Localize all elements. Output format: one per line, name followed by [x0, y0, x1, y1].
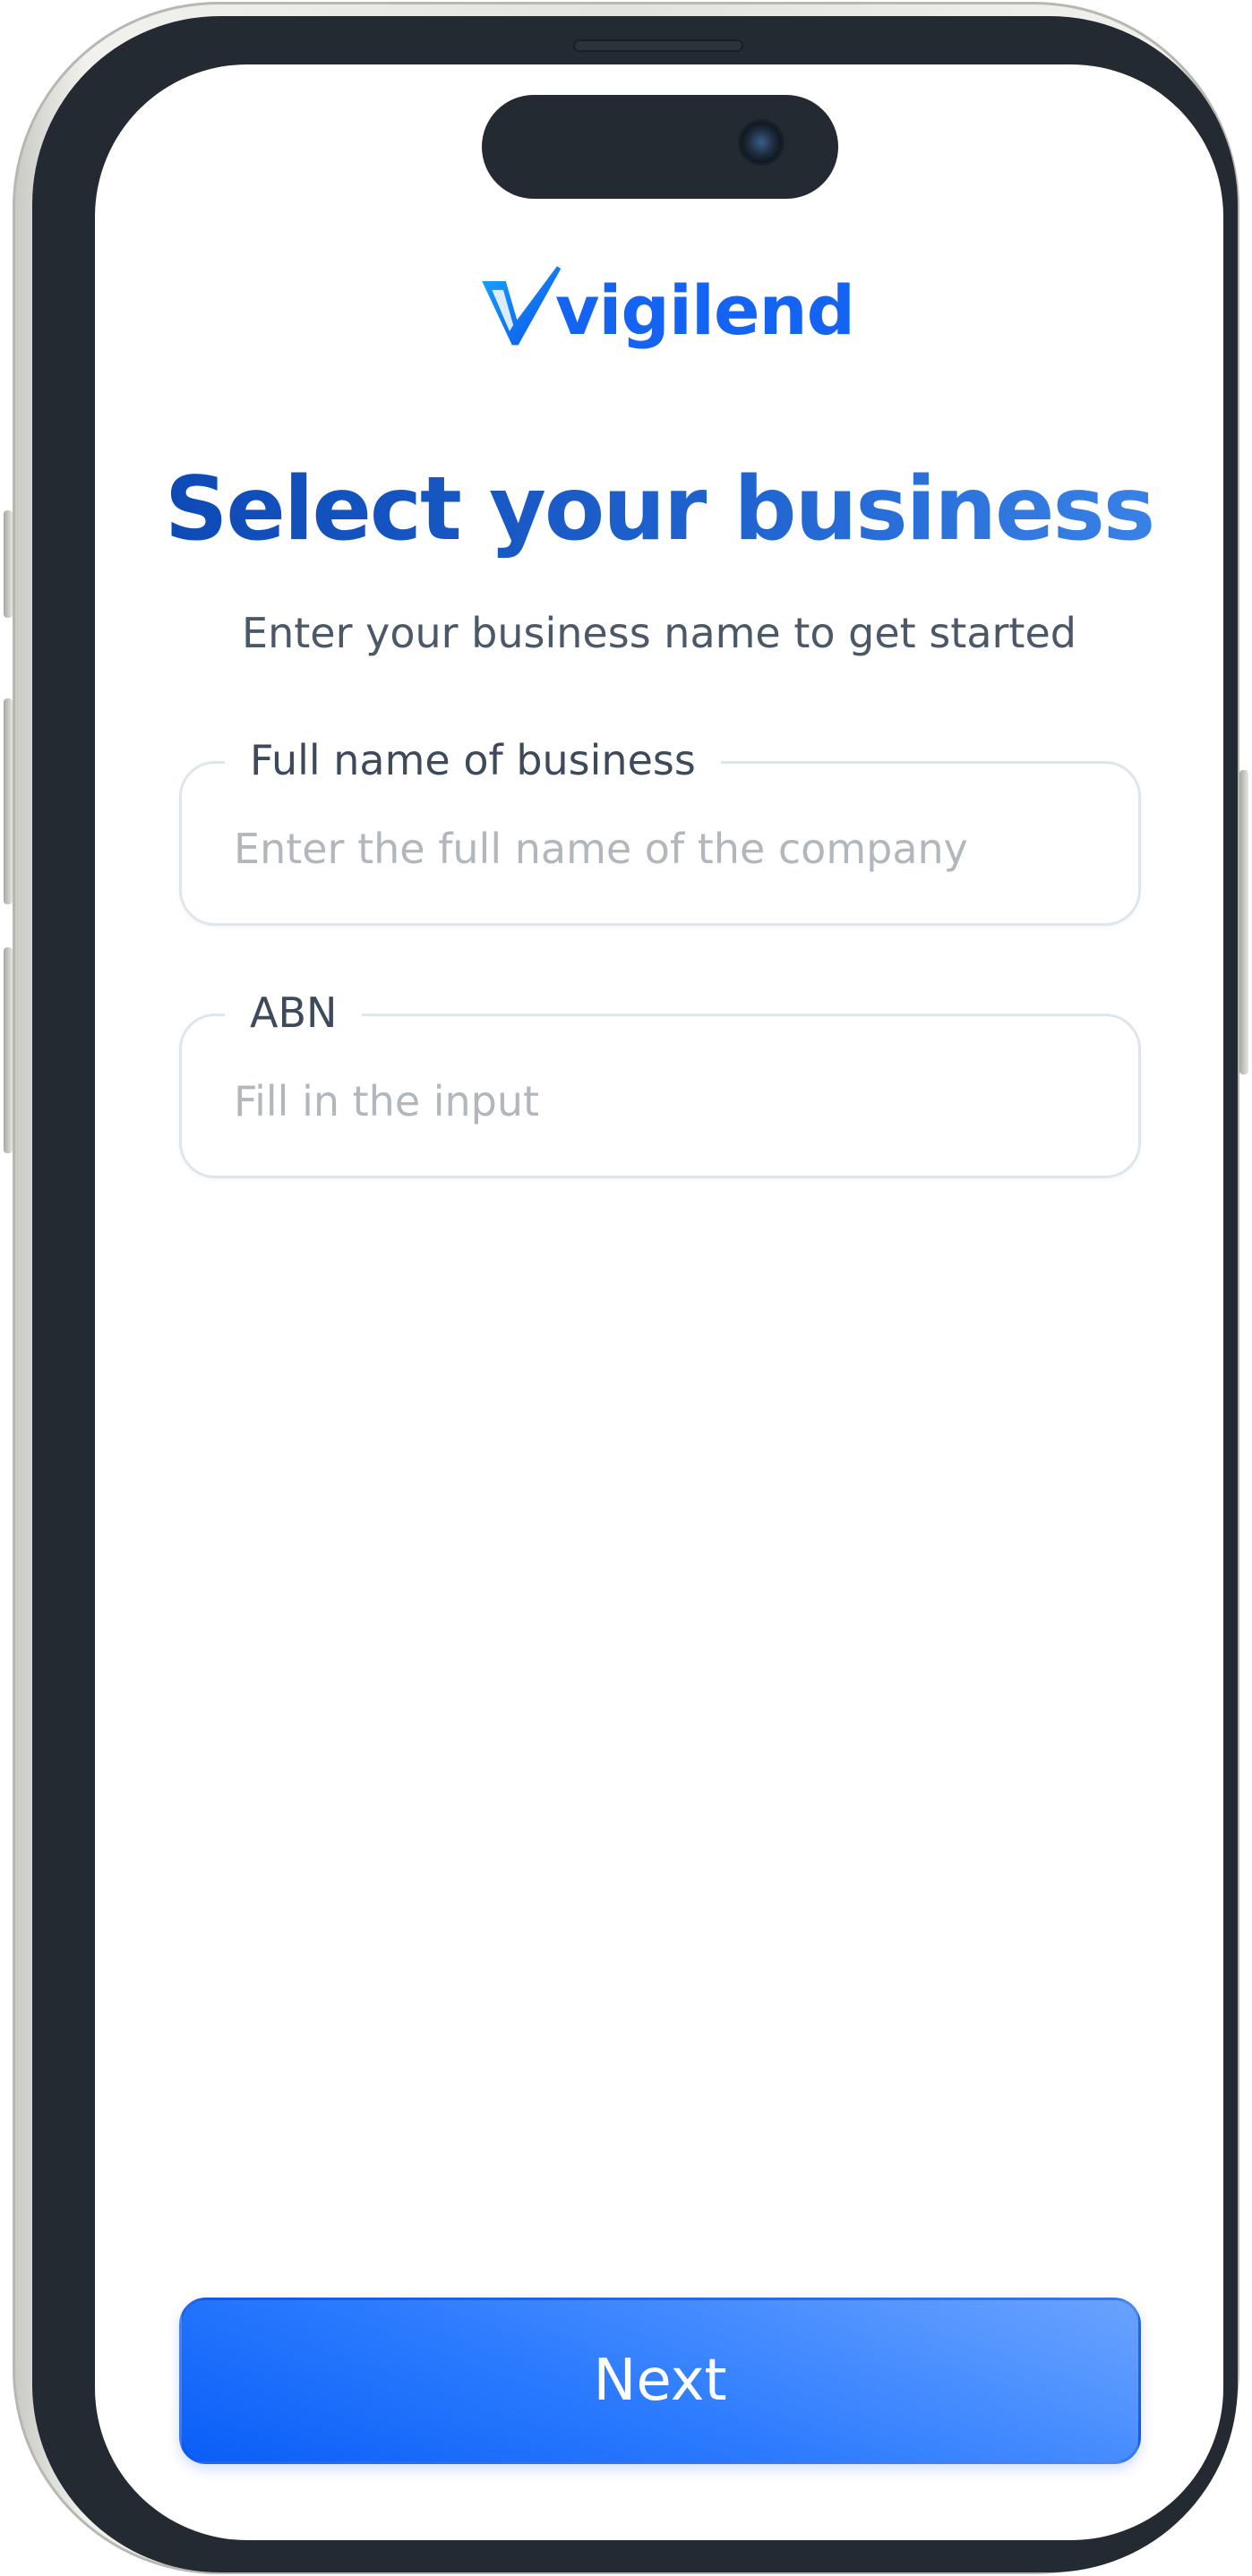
next-button[interactable]: Next: [179, 2298, 1141, 2464]
business-name-input[interactable]: [234, 817, 1093, 880]
page-title: Select your business: [95, 458, 1223, 561]
brand-name: vigilend: [554, 270, 855, 350]
abn-field[interactable]: ABN: [179, 986, 1141, 1178]
abn-input[interactable]: [234, 1070, 1093, 1133]
abn-label: ABN: [225, 986, 363, 1040]
v-checkmark-logo-icon: [482, 266, 562, 346]
business-name-label: Full name of business: [225, 733, 721, 787]
phone-screen: vigilend Select your business Enter your…: [95, 64, 1223, 2540]
power-button: [1239, 770, 1248, 1074]
speaker-grille: [573, 39, 743, 52]
action-button: [4, 510, 13, 618]
dynamic-island: [482, 95, 838, 199]
volume-down-button: [4, 947, 13, 1153]
business-name-field[interactable]: Full name of business: [179, 733, 1141, 926]
phone-frame: vigilend Select your business Enter your…: [32, 16, 1238, 2572]
volume-up-button: [4, 698, 13, 904]
front-camera-icon: [741, 122, 782, 163]
page-subtitle: Enter your business name to get started: [242, 609, 1076, 657]
brand-logo: vigilend: [478, 244, 855, 369]
